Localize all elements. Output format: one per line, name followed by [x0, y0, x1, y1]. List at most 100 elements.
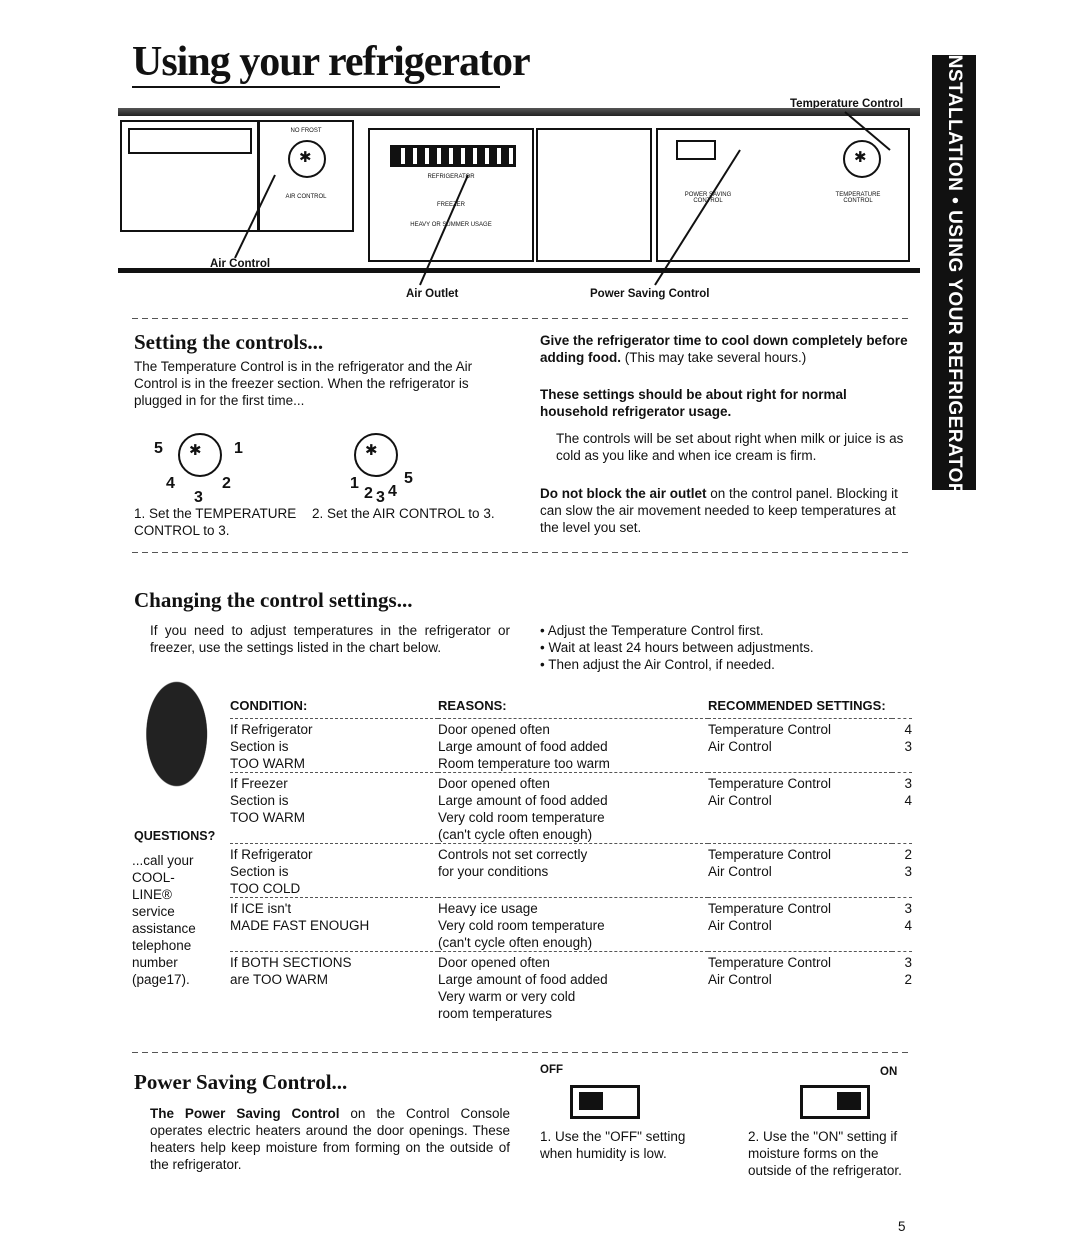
air-control-dial-figure: 1 5 2 3 4 — [310, 425, 450, 506]
table-row: If Freezer Door opened often Temperature C… — [230, 772, 912, 792]
settings-right-note: These settings should be about right for… — [540, 387, 847, 419]
reason-cell: for your conditions — [438, 864, 549, 879]
table-row: Section is Large amount of food added Air … — [230, 738, 912, 755]
bullet-item: • Wait at least 24 hours between adjustm… — [540, 640, 814, 655]
questions-text: ...call your COOL-LINE® service assistance t… — [132, 853, 196, 987]
setting-value-cell: 4 — [904, 918, 912, 933]
dial-icon — [178, 433, 222, 477]
reason-cell: Heavy ice usage — [438, 897, 708, 917]
condition-cell — [230, 988, 438, 1005]
heading-power-saving: Power Saving Control... — [134, 1070, 348, 1094]
condition-cell: If ICE isn't — [230, 897, 438, 917]
reason-cell: room temperatures — [438, 1006, 553, 1021]
setting-name-cell — [708, 1005, 892, 1022]
reason-cell: Very cold room temperature — [438, 918, 605, 933]
reason-cell: (can't cycle often enough) — [438, 827, 593, 842]
setting-value-cell: 4 — [904, 793, 912, 808]
manual-page: Using your refrigerator INSTALLATION • U… — [0, 0, 1080, 1246]
setting-name-cell — [708, 755, 892, 773]
callout-lines — [234, 111, 891, 286]
setting-name-cell: Air Control — [708, 864, 772, 879]
setting-name-cell: Temperature Control — [708, 843, 892, 863]
label-power-saving-control: Power Saving Control — [590, 288, 710, 300]
setting-value-cell: 2 — [892, 843, 912, 863]
person-on-phone-illustration — [138, 680, 224, 815]
table-row: MADE FAST ENOUGH Very cold room temperatu… — [230, 917, 912, 934]
condition-cell: If Freezer — [230, 772, 438, 792]
setting-value-cell — [892, 880, 912, 898]
condition-cell: If Refrigerator — [230, 718, 438, 738]
setting-value-cell — [892, 826, 912, 844]
setting-value-cell: 3 — [904, 864, 912, 879]
power-step-1: 1. Use the "OFF" setting when humidity i… — [540, 1129, 686, 1161]
reason-cell: (can't cycle often enough) — [438, 935, 593, 950]
reason-cell — [438, 880, 708, 898]
switch-on-icon — [800, 1085, 870, 1119]
setting-name-cell: Air Control — [708, 972, 772, 987]
setting-value-cell: 4 — [892, 718, 912, 738]
setting-value-cell — [892, 1005, 912, 1022]
table-row: If BOTH SECTIONS Door opened often Tempera… — [230, 951, 912, 971]
settings-chart-table: CONDITION: REASONS: RECOMMENDED SETTINGS… — [230, 697, 912, 1022]
reason-cell: Room temperature too warm — [438, 756, 610, 771]
power-text-bold: The Power Saving Control — [150, 1106, 340, 1121]
table-row: If ICE isn't Heavy ice usage Temperature C… — [230, 897, 912, 917]
setting-name-cell: Air Control — [708, 918, 772, 933]
setting-value-cell: 3 — [892, 772, 912, 792]
off-label: OFF — [540, 1064, 563, 1076]
setting-name-cell: Temperature Control — [708, 772, 892, 792]
table-row: room temperatures — [230, 1005, 912, 1022]
reason-cell: Large amount of food added — [438, 739, 608, 754]
setting-value-cell — [892, 755, 912, 773]
condition-cell: Section is — [230, 739, 289, 754]
condition-cell: If BOTH SECTIONS — [230, 951, 438, 971]
table-row: Section is for your conditions Air Control… — [230, 863, 912, 880]
setting-name-cell — [708, 934, 892, 952]
setting-value-cell: 2 — [904, 972, 912, 987]
bullet-item: • Then adjust the Air Control, if needed… — [540, 657, 775, 672]
reason-cell: Very warm or very cold — [438, 989, 576, 1004]
header-condition: CONDITION: — [230, 698, 308, 713]
reason-cell: Door opened often — [438, 772, 708, 792]
setting-name-cell: Air Control — [708, 739, 772, 754]
changing-intro: If you need to adjust temperatures in th… — [150, 623, 510, 655]
condition-cell: If Refrigerator — [230, 843, 438, 863]
outlet-warning: Do not block the air outlet — [540, 486, 707, 501]
questions-heading: QUESTIONS? — [134, 829, 216, 843]
condition-cell: Section is — [230, 793, 289, 808]
table-row: (can't cycle often enough) — [230, 934, 912, 952]
bullet-item: • Adjust the Temperature Control first. — [540, 623, 764, 638]
setting-intro: The Temperature Control is in the refrig… — [134, 359, 473, 408]
setting-step-1: 1. Set the TEMPERATURE CONTROL to 3. — [134, 506, 297, 538]
dial-icon — [354, 433, 398, 477]
setting-value-cell: 3 — [892, 951, 912, 971]
reason-cell: Very cold room temperature — [438, 810, 605, 825]
reason-cell: Large amount of food added — [438, 793, 608, 808]
page-number: 5 — [898, 1219, 906, 1234]
power-step-2: 2. Use the "ON" setting if moisture form… — [748, 1129, 902, 1178]
setting-value-cell — [892, 988, 912, 1005]
condition-cell: MADE FAST ENOUGH — [230, 918, 370, 933]
setting-name-cell: Temperature Control — [708, 718, 892, 738]
table-row: If Refrigerator Controls not set correctl… — [230, 843, 912, 863]
header-reasons: REASONS: — [438, 698, 507, 713]
label-air-outlet: Air Outlet — [406, 288, 459, 300]
condition-cell: TOO WARM — [230, 756, 305, 771]
setting-value-cell: 3 — [892, 897, 912, 917]
reason-cell: Door opened often — [438, 718, 708, 738]
reason-cell: Large amount of food added — [438, 972, 608, 987]
changing-bullets: • Adjust the Temperature Control first. … — [540, 622, 920, 673]
reason-cell: Controls not set correctly — [438, 843, 708, 863]
setting-name-cell — [708, 826, 892, 844]
setting-name-cell: Air Control — [708, 793, 772, 808]
setting-value-cell — [892, 809, 912, 826]
milk-note: The controls will be set about right whe… — [556, 431, 904, 463]
setting-name-cell — [708, 988, 892, 1005]
temperature-control-dial-figure: 5 1 4 2 3 — [134, 425, 274, 506]
switch-off-icon — [570, 1085, 640, 1119]
heading-changing-settings: Changing the control settings... — [134, 588, 413, 612]
setting-value-cell: 3 — [904, 739, 912, 754]
table-row: If Refrigerator Door opened often Temperat… — [230, 718, 912, 738]
condition-cell: TOO WARM — [230, 810, 305, 825]
table-row: TOO WARM Very cold room temperature — [230, 809, 912, 826]
